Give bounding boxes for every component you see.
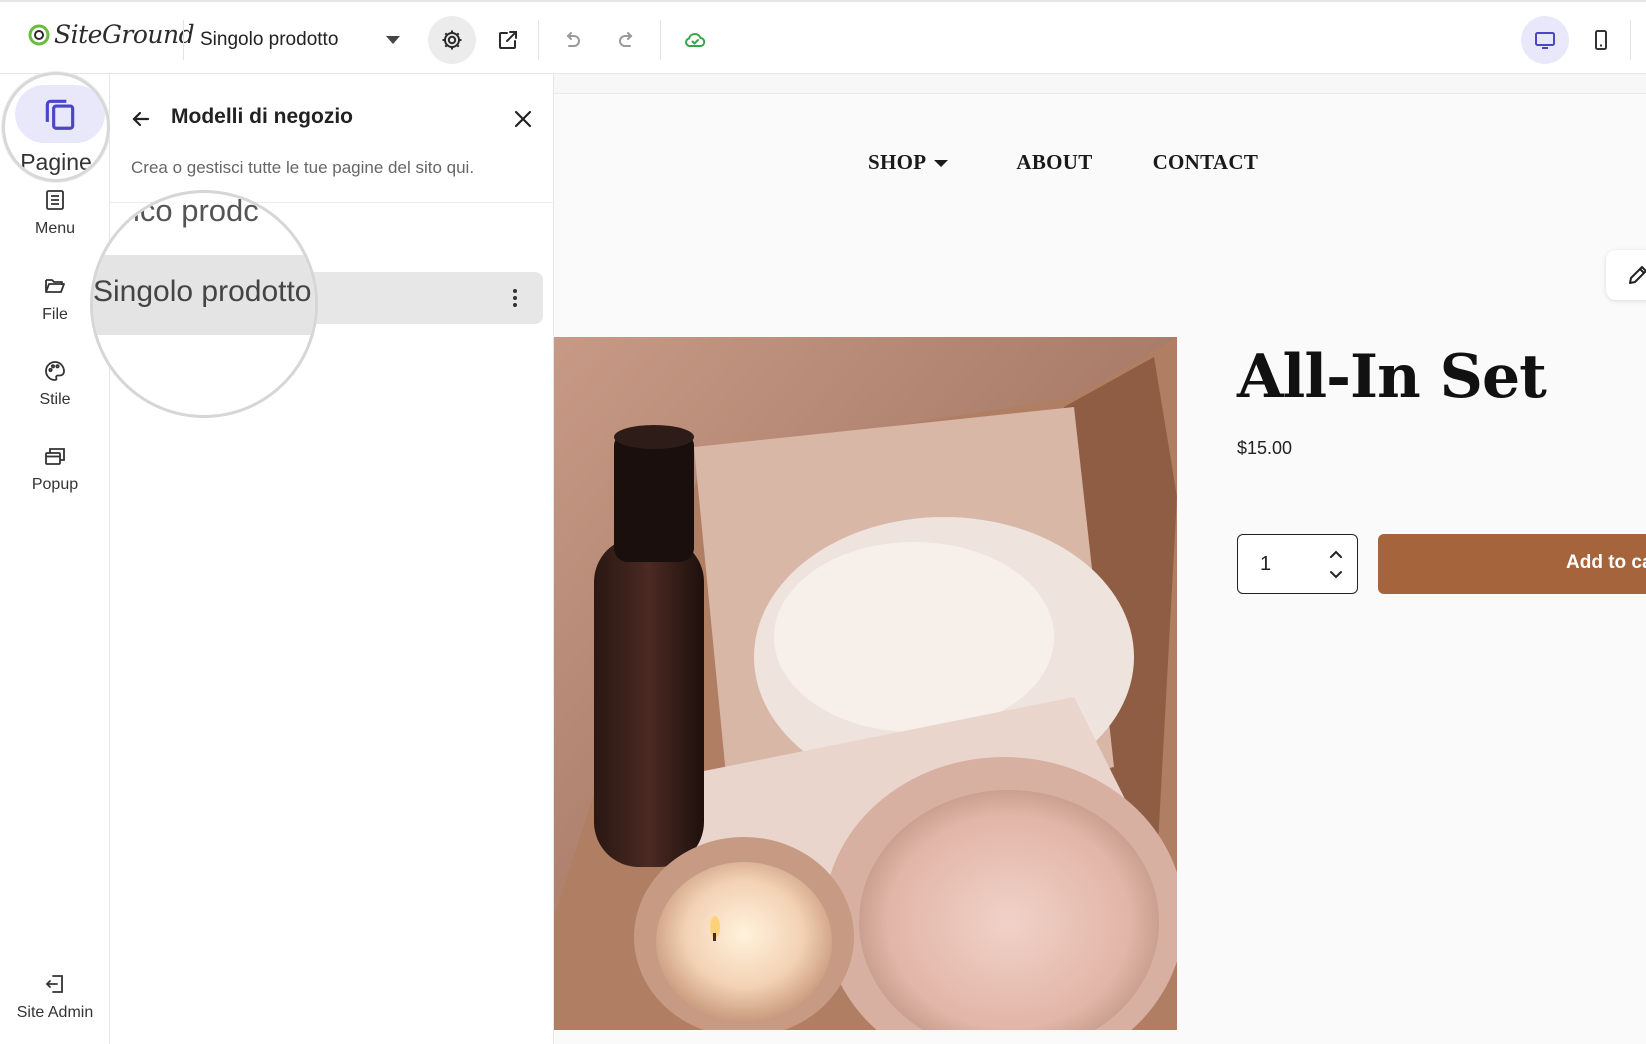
toolbar-divider	[183, 20, 184, 60]
back-arrow-icon[interactable]	[126, 104, 156, 134]
gear-icon	[442, 30, 462, 50]
rail-item-pagine[interactable]: Pagine	[2, 72, 110, 182]
open-external-button[interactable]	[484, 16, 532, 64]
product-image	[554, 337, 1177, 1030]
chevron-down-icon	[386, 36, 400, 44]
undo-icon	[566, 32, 580, 47]
quantity-stepper[interactable]: 1	[1237, 534, 1358, 594]
add-to-cart-button[interactable]: Add to cart	[1378, 534, 1646, 594]
save-status-button[interactable]	[671, 16, 719, 64]
siteground-logo[interactable]: SiteGround	[28, 20, 195, 49]
rail-label-menu: Menu	[34, 220, 76, 237]
chevron-up-icon[interactable]	[1326, 547, 1346, 561]
rail-item-site-admin[interactable]: Site Admin	[0, 972, 110, 1022]
list-item-label: Singolo prodotto	[93, 275, 312, 308]
logo-swirl-icon	[28, 24, 50, 45]
folder-open-icon	[45, 279, 65, 293]
magnifier-overlay: ico prodc Singolo prodotto	[90, 190, 318, 418]
rail-label-site-admin: Site Admin	[16, 1004, 94, 1021]
rail-label-file: File	[42, 306, 68, 323]
list-item-partial-label: ico prodc	[133, 193, 259, 228]
nav-link-shop: SHOP	[868, 150, 927, 174]
pencil-icon	[1629, 266, 1646, 284]
exit-to-admin-icon	[45, 975, 63, 993]
toolbar-divider	[660, 20, 661, 60]
rail-item-popup[interactable]: Popup	[0, 444, 110, 494]
edit-section-button[interactable]	[1606, 250, 1646, 300]
list-icon	[46, 190, 64, 210]
product-price: $15.00	[1237, 438, 1293, 458]
quantity-value: 1	[1260, 553, 1272, 575]
more-vertical-icon[interactable]	[505, 286, 525, 310]
desktop-view-button[interactable]	[1521, 16, 1569, 64]
external-link-icon	[499, 31, 517, 49]
nav-link-contact[interactable]: CONTACT	[1153, 150, 1259, 175]
nav-link-about[interactable]: ABOUT	[1016, 150, 1092, 175]
undo-button[interactable]	[548, 16, 596, 64]
page-selector-dropdown[interactable]: Singolo prodotto	[200, 22, 410, 58]
pagine-active-pill	[15, 85, 105, 143]
chevron-down-icon[interactable]	[1326, 568, 1346, 582]
mobile-view-button[interactable]	[1577, 16, 1625, 64]
left-nav-rail: Menu File Stile Popup Site Admin	[0, 74, 110, 1044]
rail-label-popup: Popup	[31, 476, 79, 493]
palette-icon	[45, 361, 65, 381]
rail-item-menu[interactable]: Menu	[0, 188, 110, 238]
desktop-icon	[1535, 32, 1555, 49]
caret-down-icon	[934, 160, 949, 167]
settings-button[interactable]	[428, 16, 476, 64]
product-photo-illustration	[554, 337, 1177, 1030]
page-preview: SHOP ABOUT CONTACT All-In Set $15.00 1 A…	[554, 74, 1646, 1044]
top-toolbar: SiteGround Singolo prodotto	[0, 0, 1646, 74]
site-navigation: SHOP ABOUT CONTACT	[868, 150, 1258, 175]
close-icon[interactable]	[508, 104, 538, 134]
toolbar-divider	[1630, 20, 1631, 60]
pages-icon	[45, 99, 75, 130]
redo-icon	[619, 32, 633, 47]
product-title: All-In Set	[1237, 342, 1547, 412]
page-selector-value: Singolo prodotto	[200, 29, 339, 50]
redo-button[interactable]	[603, 16, 651, 64]
popup-icon	[45, 448, 65, 465]
rail-item-stile[interactable]: Stile	[0, 359, 110, 409]
panel-description: Crea o gestisci tutte le tue pagine del …	[131, 158, 475, 177]
panel-header: Modelli di negozio	[110, 96, 554, 140]
rail-label-stile: Stile	[39, 391, 71, 408]
cloud-check-icon	[685, 32, 706, 47]
nav-item-shop[interactable]: SHOP	[868, 150, 949, 175]
mobile-icon	[1595, 30, 1607, 50]
rail-label-pagine: Pagine	[20, 149, 92, 175]
brand-name: SiteGround	[54, 20, 195, 49]
add-to-cart-label: Add to cart	[1566, 552, 1646, 573]
toolbar-divider	[538, 20, 539, 60]
preview-top-strip	[554, 74, 1646, 94]
panel-title: Modelli di negozio	[171, 105, 353, 128]
